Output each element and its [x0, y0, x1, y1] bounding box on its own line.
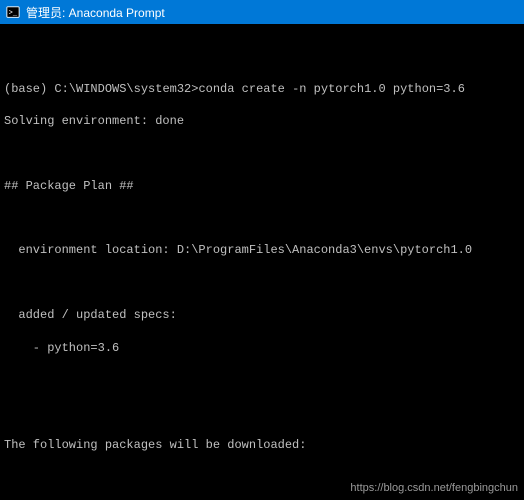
window-title: 管理员: Anaconda Prompt	[26, 4, 165, 21]
terminal-icon: >_	[6, 5, 20, 19]
added-specs-header: added / updated specs:	[4, 307, 520, 323]
blank-line	[4, 48, 520, 64]
plan-header: ## Package Plan ##	[4, 178, 520, 194]
solving-line: Solving environment: done	[4, 113, 520, 129]
env-location: environment location: D:\ProgramFiles\An…	[4, 242, 520, 258]
prompt-line: (base) C:\WINDOWS\system32>conda create …	[4, 81, 520, 97]
blank-line	[4, 275, 520, 291]
window-titlebar[interactable]: >_ 管理员: Anaconda Prompt	[0, 0, 524, 24]
watermark-text: https://blog.csdn.net/fengbingchun	[350, 481, 518, 496]
terminal-output[interactable]: (base) C:\WINDOWS\system32>conda create …	[0, 24, 524, 500]
added-specs-item: - python=3.6	[4, 340, 520, 356]
blank-line	[4, 372, 520, 388]
blank-line	[4, 404, 520, 420]
blank-line	[4, 210, 520, 226]
downloads-header: The following packages will be downloade…	[4, 437, 520, 453]
blank-line	[4, 145, 520, 161]
svg-text:>_: >_	[9, 10, 18, 18]
